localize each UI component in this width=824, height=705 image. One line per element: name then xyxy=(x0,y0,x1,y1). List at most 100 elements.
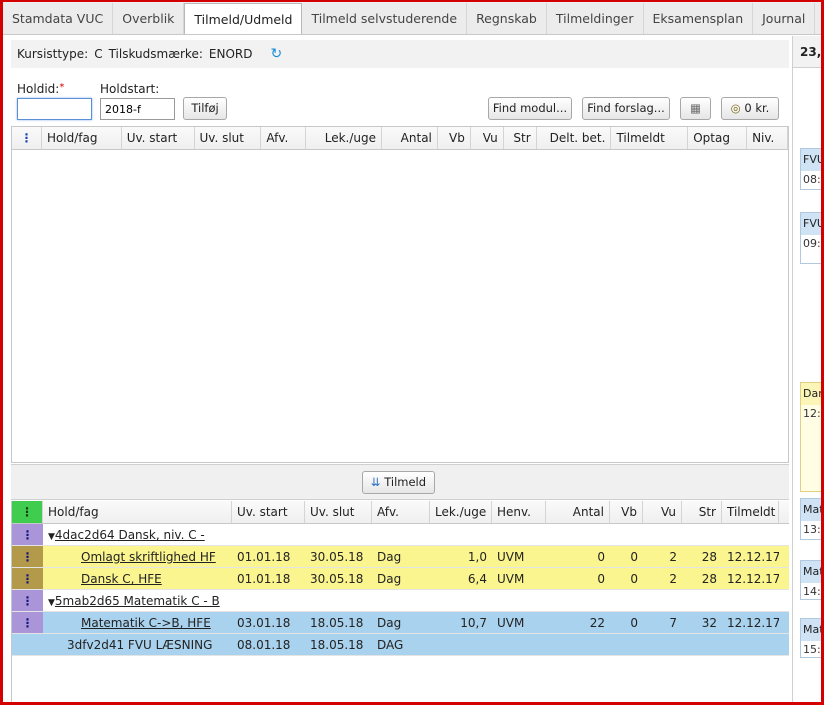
column-header[interactable]: Hold/fag xyxy=(43,501,232,523)
column-header[interactable]: Tilmeldt xyxy=(611,127,689,149)
tab-8[interactable]: Sk xyxy=(815,3,821,34)
table-cell xyxy=(492,634,546,655)
row-menu-icon[interactable]: ⋮ xyxy=(12,612,43,633)
column-header[interactable]: Str xyxy=(504,127,537,149)
available-modules-header: ⋮ Hold/fag Uv. start Uv. slut Afv. Lek./uge An… xyxy=(12,127,788,150)
schedule-date: 23, xyxy=(793,36,821,68)
schedule-event[interactable]: Mat 14:3 xyxy=(800,560,821,600)
calendar-icon: ▦ xyxy=(690,101,701,115)
expand-toggle-icon[interactable]: ▼ xyxy=(48,598,55,608)
column-header[interactable]: Uv. slut xyxy=(195,127,262,149)
column-header[interactable]: Vu xyxy=(643,501,682,523)
group-link[interactable]: 5mab2d65 Matematik C - B xyxy=(55,594,220,608)
table-cell: 01.01.18 xyxy=(237,550,291,564)
table-cell: 28 xyxy=(701,550,717,564)
table-row[interactable]: ⋮ Matematik C->B, HFE 03.01.18 18.05.18 Dag 1… xyxy=(12,612,789,634)
row-menu-icon[interactable]: ⋮ xyxy=(12,546,43,567)
holdstart-input[interactable] xyxy=(100,98,175,120)
module-link[interactable]: Matematik C->B, HFE xyxy=(48,616,211,630)
table-row[interactable]: ⋮ ▼5mab2d65 Matematik C - B xyxy=(12,590,789,612)
tab-5[interactable]: Tilmeldinger xyxy=(546,3,644,34)
add-button[interactable]: Tilføj xyxy=(183,97,227,120)
column-header[interactable]: Antal xyxy=(546,501,610,523)
column-header[interactable]: Hold/fag xyxy=(42,127,122,149)
table-row[interactable]: ⋮ Omlagt skriftlighed HF 01.01.18 30.05.18 D… xyxy=(12,546,789,568)
table-cell: 0 xyxy=(597,572,605,586)
expand-toggle-icon[interactable]: ▼ xyxy=(48,532,55,542)
table-row[interactable]: 3dfv2d41 FVU LÆSNING 08.01.18 18.05.18 DAG xyxy=(12,634,789,656)
module-link[interactable]: Dansk C, HFE xyxy=(48,572,162,586)
tab-3[interactable]: Tilmeld selvstuderende xyxy=(302,3,468,34)
table-cell: 30.05.18 xyxy=(310,572,364,586)
column-header[interactable]: Vb xyxy=(610,501,643,523)
event-title: Mat xyxy=(801,619,821,641)
money-button[interactable]: ◎ 0 kr. xyxy=(721,97,779,120)
tab-4[interactable]: Regnskab xyxy=(467,3,547,34)
event-title: Mat xyxy=(801,499,821,521)
row-menu-icon[interactable]: ⋮ xyxy=(12,524,43,545)
table-cell xyxy=(643,634,682,655)
row-menu-icon[interactable]: ⋮ xyxy=(12,568,43,589)
column-header[interactable]: Antal xyxy=(382,127,438,149)
hold-fag-cell: Matematik C->B, HFE xyxy=(43,612,232,633)
column-header[interactable]: Str xyxy=(682,501,722,523)
schedule-event[interactable]: Dar12:0 xyxy=(800,382,821,492)
column-header[interactable]: Lek./uge xyxy=(430,501,492,523)
table-row[interactable]: ⋮ ▼4dac2d64 Dansk, niv. C - xyxy=(12,524,789,546)
column-header[interactable]: Optag xyxy=(688,127,748,149)
column-header[interactable]: Uv. start xyxy=(122,127,195,149)
tab-7[interactable]: Journal xyxy=(753,3,816,34)
table-cell: 2 xyxy=(669,550,677,564)
table-cell: 12.12.17 xyxy=(727,616,779,630)
group-link[interactable]: 4dac2d64 Dansk, niv. C - xyxy=(55,528,205,542)
table-cell xyxy=(546,590,610,611)
enrollment-panel: Kursisttype: C Tilskudsmærke: ENORD ↻ Ho… xyxy=(3,36,789,702)
column-header[interactable]: Afv. xyxy=(372,501,430,523)
table-cell xyxy=(492,590,546,611)
tab-0[interactable]: Stamdata VUC xyxy=(3,3,114,34)
tab-6[interactable]: Eksamensplan xyxy=(643,3,754,34)
column-header[interactable]: Uv. slut xyxy=(305,501,372,523)
hold-fag-cell: 3dfv2d41 FVU LÆSNING xyxy=(43,634,232,655)
tilmeld-button[interactable]: ⇊ Tilmeld xyxy=(362,471,435,494)
column-menu-icon[interactable]: ⋮ xyxy=(12,501,43,523)
row-gutter xyxy=(12,634,43,655)
table-cell xyxy=(546,524,610,545)
table-row[interactable]: ⋮ Dansk C, HFE 01.01.18 30.05.18 Dag 6,4 UVM 0 0… xyxy=(12,568,789,590)
enrolled-modules-header: ⋮ Hold/fag Uv. start Uv. slut Afv. Lek./uge He… xyxy=(12,501,789,524)
find-modul-button[interactable]: Find modul... xyxy=(488,97,572,120)
event-time: 13:3 xyxy=(803,523,821,536)
column-header[interactable]: Delt. bet. xyxy=(537,127,612,149)
table-cell xyxy=(430,634,492,655)
module-link[interactable]: Omlagt skriftlighed HF xyxy=(48,550,216,564)
required-marker: * xyxy=(59,82,65,93)
column-header[interactable]: Vu xyxy=(471,127,504,149)
row-menu-icon[interactable]: ⋮ xyxy=(12,590,43,611)
column-menu-icon[interactable]: ⋮ xyxy=(12,127,42,149)
table-cell: 0 xyxy=(630,572,638,586)
column-header[interactable]: Niv. xyxy=(747,127,788,149)
table-cell: 08.01.18 xyxy=(237,638,291,652)
schedule-event[interactable]: Mat 13:3 xyxy=(800,498,821,540)
column-header[interactable]: Uv. start xyxy=(232,501,305,523)
holdid-input[interactable] xyxy=(17,98,92,120)
column-header[interactable]: Henv. xyxy=(492,501,546,523)
column-header[interactable]: Vb xyxy=(438,127,471,149)
refresh-icon[interactable]: ↻ xyxy=(270,46,282,62)
tab-2[interactable]: Tilmeld/Udmeld xyxy=(184,3,303,34)
schedule-event[interactable]: FVU 09:4 xyxy=(800,212,821,264)
table-cell: 12.12.17 xyxy=(727,550,779,564)
column-header[interactable]: Tilmeldt xyxy=(722,501,779,523)
enrolled-modules-grid: ⋮ Hold/fag Uv. start Uv. slut Afv. Lek./uge He… xyxy=(11,501,789,702)
schedule-event[interactable]: Mat 15:1 xyxy=(800,618,821,658)
column-header[interactable]: Afv. xyxy=(261,127,307,149)
tab-1[interactable]: Overblik xyxy=(113,3,185,34)
tilskud-value: ENORD xyxy=(208,47,253,61)
find-forslag-button[interactable]: Find forslag... xyxy=(582,97,670,120)
schedule-event[interactable]: FVU 08:4 xyxy=(800,148,821,190)
table-cell: UVM xyxy=(497,572,525,586)
column-header[interactable]: Lek./uge xyxy=(306,127,383,149)
calendar-button[interactable]: ▦ xyxy=(680,97,711,120)
table-cell xyxy=(682,634,722,655)
table-cell: 03.01.18 xyxy=(237,616,291,630)
